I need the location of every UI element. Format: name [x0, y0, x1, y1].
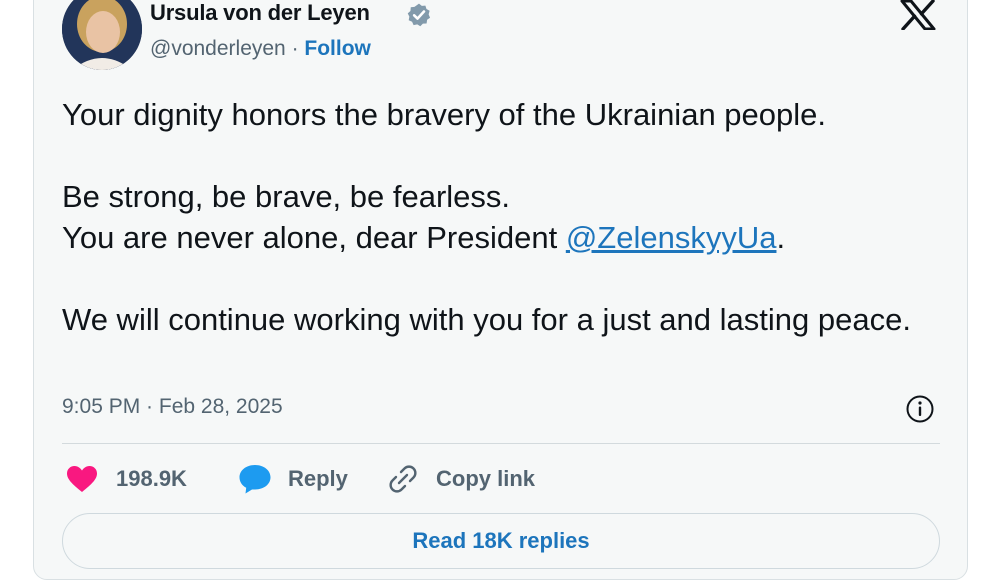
- separator: ·: [285, 37, 305, 60]
- like-count: 198.9K: [116, 466, 187, 491]
- tweet-line-suffix: .: [776, 220, 786, 255]
- author-handle-row: @vonderleyen · Follow: [150, 37, 371, 61]
- follow-button[interactable]: Follow: [304, 37, 371, 60]
- tweet-line: Your dignity honors the bravery of the U…: [62, 97, 826, 132]
- copy-link-button[interactable]: Copy link: [388, 462, 535, 496]
- like-button[interactable]: 198.9K: [66, 462, 187, 496]
- tweet-line: Be strong, be brave, be fearless.: [62, 179, 511, 214]
- author-name[interactable]: Ursula von der Leyen: [150, 0, 370, 26]
- verified-badge-icon: [407, 3, 431, 27]
- tweet-line: You are never alone, dear President @Zel…: [62, 217, 922, 258]
- read-replies-button[interactable]: Read 18K replies: [62, 513, 940, 569]
- x-logo-icon[interactable]: [898, 0, 938, 30]
- link-icon: [389, 465, 417, 493]
- tweet-text: Your dignity honors the bravery of the U…: [62, 94, 922, 340]
- divider: [62, 443, 940, 444]
- tweet-line: We will continue working with you for a …: [62, 302, 911, 337]
- copy-link-label: Copy link: [436, 466, 536, 491]
- speech-bubble-icon: [239, 465, 271, 494]
- info-icon[interactable]: [905, 394, 935, 424]
- heart-icon: [67, 466, 97, 492]
- author-handle[interactable]: @vonderleyen: [150, 37, 286, 60]
- reply-button[interactable]: Reply: [238, 462, 348, 496]
- tweet-line-prefix: You are never alone, dear President: [62, 220, 566, 255]
- mention-link[interactable]: @ZelenskyyUa: [566, 220, 777, 255]
- timestamp[interactable]: 9:05 PM · Feb 28, 2025: [62, 395, 283, 419]
- reply-label: Reply: [288, 466, 348, 491]
